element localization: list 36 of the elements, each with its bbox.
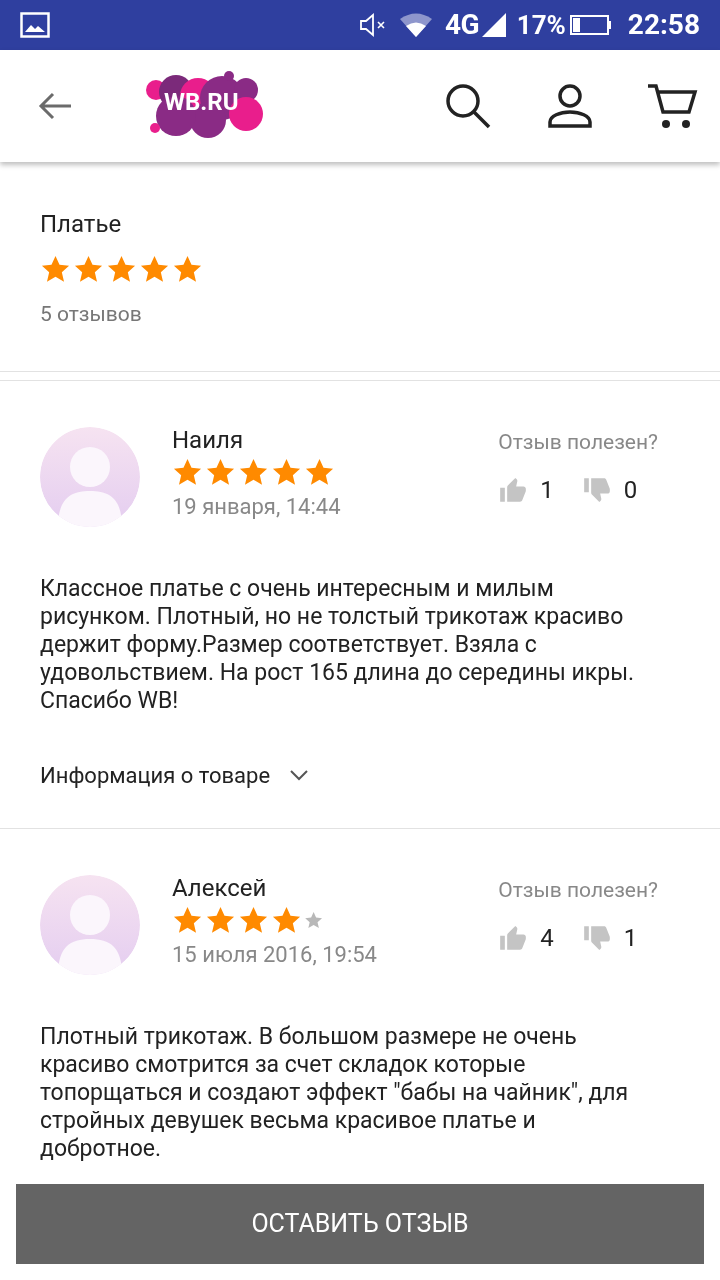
dislikes-count: 0 <box>623 475 638 506</box>
avatar-icon <box>40 874 140 975</box>
avatar-icon <box>40 426 140 527</box>
person-icon <box>547 83 593 129</box>
dislikes-count: 1 <box>623 923 638 954</box>
battery-icon <box>569 14 612 36</box>
thumbs-up-icon[interactable] <box>498 924 529 952</box>
reviewer-name: Алексей <box>172 872 268 903</box>
chevron-down-icon <box>290 769 309 781</box>
leave-review-button[interactable]: ОСТАВИТЬ ОТЗЫВ <box>16 1184 704 1264</box>
network-type: 4G <box>445 7 479 43</box>
clock: 22:58 <box>627 7 700 43</box>
review-date: 15 июля 2016, 19:54 <box>172 940 378 969</box>
cart-icon <box>646 82 698 130</box>
wifi-icon <box>399 12 433 38</box>
likes-count: 4 <box>540 923 554 954</box>
search-icon <box>444 82 492 130</box>
review-text: Классное платье с очень интересным и милым рисунком. Плотный, но не толстый трикотаж красиво держит форму.Размер соответствует. Взяла с удовольствием. На рост 165 длина до середины икры. Спасибо WB! <box>40 574 636 715</box>
image-icon <box>20 12 50 38</box>
signal-icon <box>480 12 507 38</box>
helpful-question: Отзыв полезен? <box>498 428 658 456</box>
reviews-count: 5 отзывов <box>40 301 143 328</box>
mute-icon <box>359 13 387 37</box>
logo-text: WB.RU <box>164 90 239 114</box>
product-info-toggle[interactable]: Информация о товаре <box>40 758 309 792</box>
review-text: Плотный трикотаж. В большом размере не очень красиво смотрится за счет складок которые топорщаться и создают эффект "бабы на чайник", для стройных девушек весьма красивое платье и добротное. <box>40 1022 630 1163</box>
thumbs-up-icon[interactable] <box>498 476 529 504</box>
thumbs-down-icon[interactable] <box>581 924 612 952</box>
helpful-question: Отзыв полезен? <box>498 876 658 904</box>
reviewer-name: Наиля <box>172 424 245 455</box>
back-arrow-icon <box>37 91 73 121</box>
product-title: Платье <box>40 209 123 240</box>
thumbs-down-icon[interactable] <box>581 476 612 504</box>
battery-percentage: 17% <box>516 8 566 42</box>
review-date: 19 января, 14:44 <box>172 492 342 521</box>
likes-count: 1 <box>540 475 554 506</box>
